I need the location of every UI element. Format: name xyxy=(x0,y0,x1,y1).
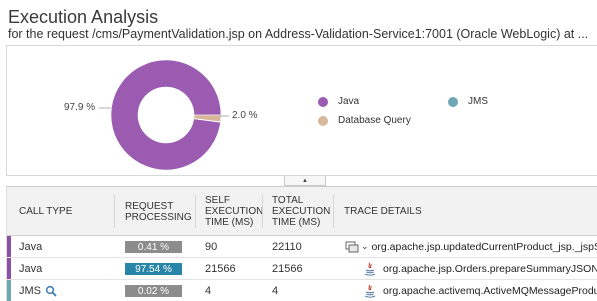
call-type-cell: JMS xyxy=(19,280,57,301)
column-header-trace-details[interactable]: TRACE DETAILS xyxy=(334,187,597,236)
legend-item-java[interactable]: Java xyxy=(318,96,359,107)
slice-label-database-query: 2.0 % xyxy=(232,110,258,121)
total-time-cell: 21566 xyxy=(272,262,303,275)
call-table: CALL TYPE REQUEST PROCESSING SELF EXECUT… xyxy=(6,186,597,301)
legend-label-jms: JMS xyxy=(468,96,488,107)
page-title: Execution Analysis xyxy=(8,7,159,27)
trace-method: org.apache.jsp.updatedCurrentProduct_jsp… xyxy=(371,240,597,253)
self-time-cell: 4 xyxy=(205,284,212,297)
call-stack-icon[interactable] xyxy=(345,241,359,253)
legend-label-database-query: Database Query xyxy=(338,115,411,126)
legend-label-java: Java xyxy=(338,96,360,107)
total-time-cell: 22110 xyxy=(272,240,302,253)
collapse-chart-button[interactable]: ▲ xyxy=(284,176,326,186)
table-header: CALL TYPE REQUEST PROCESSING SELF EXECUT… xyxy=(7,187,597,236)
call-type-cell: Java xyxy=(19,240,43,253)
column-header-request-processing[interactable]: REQUEST PROCESSING xyxy=(115,187,195,236)
total-time-cell: 4 xyxy=(272,284,279,297)
table-row[interactable]: Java 0.41 % 90 22110 ⌄ org.apache.jsp.up… xyxy=(7,236,597,258)
trace-details-cell[interactable]: org.apache.jsp.Orders.prepareSummaryJSON… xyxy=(363,258,597,279)
trace-method: org.apache.activemq.ActiveMQMessageProdu… xyxy=(383,284,597,297)
trace-details-cell[interactable]: org.apache.activemq.ActiveMQMessageProdu… xyxy=(363,280,597,301)
call-type-marker xyxy=(7,258,11,279)
chevron-up-icon: ▲ xyxy=(302,177,308,184)
request-processing-badge: 0.02 % xyxy=(125,285,182,297)
call-type-marker xyxy=(7,280,11,301)
slice-label-java: 97.9 % xyxy=(64,102,96,113)
table-row[interactable]: JMS 0.02 % 4 4 org.apache.activemq.Activ… xyxy=(7,280,597,301)
self-time-cell: 21566 xyxy=(205,262,236,275)
trace-details-cell[interactable]: ⌄ org.apache.jsp.updatedCurrentProduct_j… xyxy=(345,236,597,257)
column-header-self-execution-time[interactable]: SELF EXECUTION TIME (ms) xyxy=(196,187,263,236)
trace-method: org.apache.jsp.Orders.prepareSummaryJSON… xyxy=(383,262,597,275)
call-type-label: JMS xyxy=(19,284,41,297)
legend-item-database-query[interactable]: Database Query xyxy=(318,115,411,126)
legend-dot-jms xyxy=(448,96,458,107)
call-type-cell: Java xyxy=(19,262,43,275)
chart-panel: 97.9 % 2.0 % Java JMS Database Query xyxy=(6,45,597,176)
java-icon xyxy=(364,284,376,298)
java-icon xyxy=(364,262,376,276)
expand-chevron-icon[interactable]: ⌄ xyxy=(361,241,369,252)
request-processing-badge: 97.54 % xyxy=(125,263,182,275)
legend-item-jms[interactable]: JMS xyxy=(448,96,488,107)
column-header-call-type[interactable]: CALL TYPE xyxy=(7,187,114,236)
table-row[interactable]: Java 97.54 % 21566 21566 org.apache.jsp.… xyxy=(7,258,597,280)
legend-dot-database-query xyxy=(318,115,328,126)
donut-chart xyxy=(99,59,229,171)
request-processing-badge: 0.41 % xyxy=(125,241,182,253)
call-type-marker xyxy=(7,236,11,257)
column-header-total-execution-time[interactable]: TOTAL EXECUTION TIME (ms) xyxy=(263,187,333,236)
page-subtitle: for the request /cms/PaymentValidation.j… xyxy=(8,27,589,41)
legend-dot-java xyxy=(318,96,328,107)
self-time-cell: 90 xyxy=(205,240,218,253)
search-icon[interactable] xyxy=(45,285,57,297)
